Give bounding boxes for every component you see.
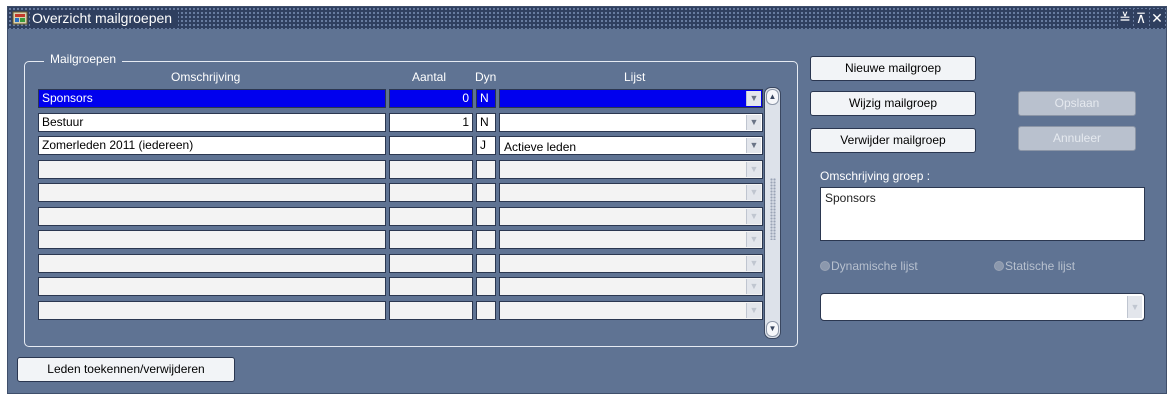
cell-omschrijving[interactable] (38, 254, 386, 273)
radio-dynamic-list[interactable]: Dynamische lijst (820, 259, 918, 273)
chevron-down-icon[interactable]: ▼ (746, 279, 761, 294)
cell-aantal[interactable] (389, 230, 473, 249)
app-icon (12, 11, 28, 25)
cell-dyn[interactable]: N (476, 113, 496, 132)
cell-lijst[interactable]: ▼ (499, 207, 763, 226)
cell-aantal[interactable]: 1 (389, 113, 473, 132)
table-scrollbar[interactable]: ▲ ▼ (764, 87, 781, 339)
cell-dyn[interactable] (476, 207, 496, 226)
cell-lijst[interactable]: ▼ (499, 160, 763, 179)
minimize-icon[interactable]: ≚ (1118, 9, 1132, 27)
chevron-down-icon[interactable]: ▼ (746, 115, 761, 130)
cell-omschrijving[interactable]: Bestuur (38, 113, 386, 132)
cell-dyn[interactable]: N (476, 89, 496, 108)
chevron-down-icon[interactable]: ▼ (746, 209, 761, 224)
cancel-button[interactable]: Annuleer (1018, 126, 1136, 151)
cell-lijst[interactable]: Actieve leden ▼ (499, 136, 763, 155)
cell-dyn[interactable] (476, 254, 496, 273)
cell-aantal[interactable] (389, 254, 473, 273)
chevron-down-icon[interactable]: ▼ (746, 138, 761, 153)
radio-static-list[interactable]: Statische lijst (994, 259, 1075, 273)
chevron-down-icon[interactable]: ▼ (746, 256, 761, 271)
cell-dyn[interactable] (476, 160, 496, 179)
close-icon[interactable]: ✕ (1150, 9, 1164, 27)
new-mailgroup-button[interactable]: Nieuwe mailgroep (810, 56, 976, 81)
cell-lijst[interactable]: ▼ (499, 183, 763, 202)
mailgroups-window: Overzicht mailgroepen ≚ ⊼ ✕ Mailgroepen … (7, 6, 1167, 394)
cell-omschrijving[interactable] (38, 230, 386, 249)
radio-static-label: Statische lijst (1005, 259, 1076, 273)
radio-dynamic-label: Dynamische lijst (831, 259, 918, 273)
radio-icon (994, 261, 1004, 271)
radio-icon (820, 261, 830, 271)
cell-aantal[interactable] (389, 301, 473, 320)
group-description-label: Omschrijving groep : (820, 169, 931, 183)
window-title: Overzicht mailgroepen (30, 10, 179, 26)
cell-lijst[interactable]: ▼ (499, 277, 763, 296)
column-header-lijst: Lijst (624, 70, 646, 84)
cell-aantal[interactable]: 0 (389, 89, 473, 108)
title-bar[interactable]: Overzicht mailgroepen ≚ ⊼ ✕ (8, 7, 1166, 29)
cell-aantal[interactable] (389, 183, 473, 202)
assign-members-button[interactable]: Leden toekennen/verwijderen (17, 357, 235, 382)
cell-omschrijving[interactable] (38, 277, 386, 296)
column-header-aantal: Aantal (412, 70, 447, 84)
cell-dyn[interactable]: J (476, 136, 496, 155)
chevron-down-icon[interactable]: ▼ (1127, 296, 1142, 318)
chevron-down-icon[interactable]: ▼ (746, 91, 761, 106)
cell-dyn[interactable] (476, 230, 496, 249)
cell-omschrijving[interactable] (38, 207, 386, 226)
column-header-dyn: Dyn (475, 70, 497, 84)
cell-lijst[interactable]: ▼ (499, 254, 763, 273)
scroll-down-icon[interactable]: ▼ (766, 321, 779, 337)
cell-lijst-value: Actieve leden (504, 140, 577, 154)
chevron-down-icon[interactable]: ▼ (746, 303, 761, 318)
scrollbar-grip[interactable] (770, 178, 776, 240)
cell-aantal[interactable] (389, 136, 473, 155)
cell-lijst[interactable]: ▼ (499, 230, 763, 249)
delete-mailgroup-button[interactable]: Verwijder mailgroep (810, 128, 976, 153)
save-button[interactable]: Opslaan (1018, 91, 1136, 116)
cell-aantal[interactable] (389, 160, 473, 179)
chevron-down-icon[interactable]: ▼ (746, 232, 761, 247)
chevron-down-icon[interactable]: ▼ (746, 162, 761, 177)
cell-lijst[interactable]: ▼ (499, 301, 763, 320)
cell-aantal[interactable] (389, 277, 473, 296)
scroll-up-icon[interactable]: ▲ (766, 89, 779, 105)
cell-lijst[interactable]: ▼ (499, 113, 763, 132)
cell-dyn[interactable] (476, 183, 496, 202)
cell-omschrijving[interactable] (38, 183, 386, 202)
group-description-field[interactable]: Sponsors (820, 187, 1145, 241)
cell-omschrijving[interactable] (38, 301, 386, 320)
cell-dyn[interactable] (476, 277, 496, 296)
mailgroups-frame-title: Mailgroepen (44, 52, 123, 66)
list-select[interactable]: ▼ (820, 293, 1145, 321)
cell-omschrijving[interactable]: Zomerleden 2011 (iedereen) (38, 136, 386, 155)
cell-lijst[interactable]: ▼ (499, 89, 763, 108)
edit-mailgroup-button[interactable]: Wijzig mailgroep (810, 91, 976, 116)
cell-dyn[interactable] (476, 301, 496, 320)
chevron-down-icon[interactable]: ▼ (746, 185, 761, 200)
cell-aantal[interactable] (389, 207, 473, 226)
cell-omschrijving[interactable]: Sponsors (38, 89, 386, 108)
maximize-icon[interactable]: ⊼ (1134, 9, 1148, 27)
cell-omschrijving[interactable] (38, 160, 386, 179)
column-header-omschrijving: Omschrijving (171, 70, 241, 84)
